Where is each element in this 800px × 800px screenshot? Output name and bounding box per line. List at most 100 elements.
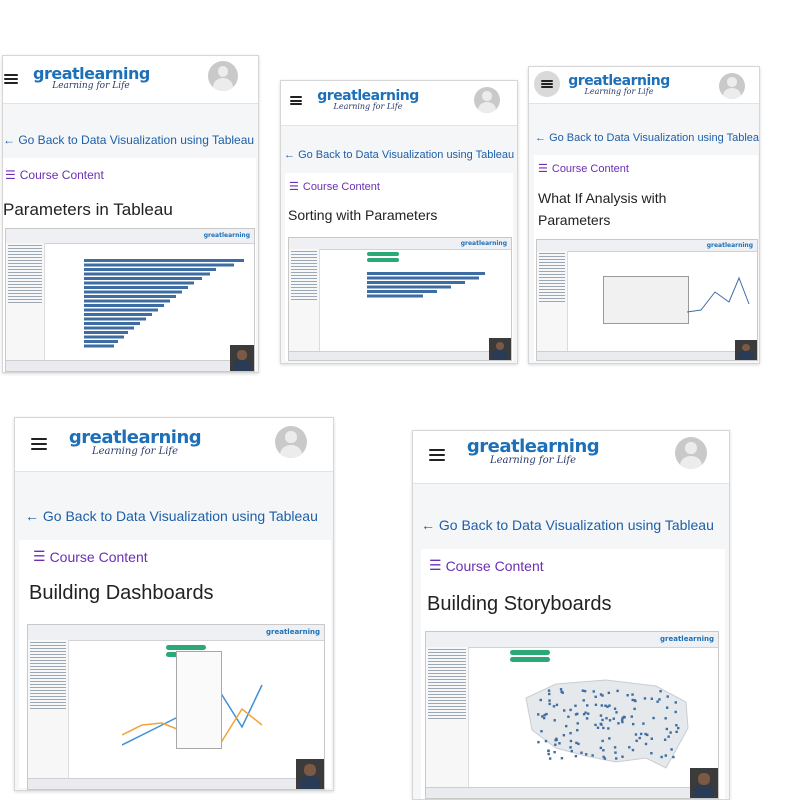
map-mark <box>555 737 558 741</box>
user-avatar-icon[interactable] <box>208 61 238 91</box>
video-thumbnail[interactable]: greatlearning <box>27 624 325 790</box>
course-content-button[interactable]: ☰ Course Content <box>429 557 544 574</box>
map-mark <box>616 689 619 693</box>
hamburger-icon[interactable] <box>31 438 47 450</box>
greatlearning-logo[interactable]: greatlearning Learning for Life <box>316 89 420 111</box>
greatlearning-logo[interactable]: greatlearning Learning for Life <box>67 429 203 457</box>
map-mark <box>614 751 617 754</box>
course-content-label: Course Content <box>19 168 104 182</box>
us-symbol-map <box>525 679 689 769</box>
map-mark <box>659 690 662 693</box>
map-mark <box>553 719 556 722</box>
tableau-data-pane <box>28 640 69 778</box>
thumbnail-brand: greatlearning <box>203 232 250 239</box>
lesson-title: Building Dashboards <box>29 582 214 604</box>
greatlearning-logo[interactable]: greatlearning Learning for Life <box>33 66 150 91</box>
filter-pill <box>367 258 399 262</box>
back-link[interactable]: ← Go Back to Data Visualization using Ta… <box>535 132 759 144</box>
hamburger-icon[interactable] <box>290 96 302 105</box>
hamburger-icon[interactable] <box>429 449 445 461</box>
map-mark <box>541 715 544 718</box>
map-mark <box>591 754 594 757</box>
back-link-label: Go Back to Data Visualization using Tabl… <box>298 149 515 161</box>
user-avatar-icon[interactable] <box>675 437 707 469</box>
map-mark <box>547 689 551 692</box>
back-link[interactable]: ← Go Back to Data Visualization using Ta… <box>25 508 318 524</box>
map-mark <box>569 746 572 749</box>
map-mark <box>599 693 603 696</box>
course-content-button[interactable]: ☰ Course Content <box>33 548 148 565</box>
video-thumbnail[interactable]: greatlearning <box>5 228 255 372</box>
tableau-sheet-tabs <box>6 360 254 371</box>
map-mark <box>608 737 611 740</box>
app-header: greatlearning Learning for Life <box>15 418 333 472</box>
user-avatar-icon[interactable] <box>719 73 745 99</box>
lesson-title: Sorting with Parameters <box>288 207 438 223</box>
chart-bar <box>84 281 194 285</box>
map-mark <box>638 736 641 740</box>
map-mark <box>580 751 583 754</box>
chart-bar <box>367 285 451 289</box>
map-mark <box>599 722 602 726</box>
chart-bar <box>367 281 465 284</box>
course-content-button[interactable]: ☰ Course Content <box>538 162 629 176</box>
course-content-button[interactable]: ☰ Course Content <box>5 168 104 182</box>
back-link[interactable]: ← Go Back to Data Visualization using Ta… <box>284 149 514 161</box>
course-content-label: Course Content <box>551 162 629 175</box>
map-mark <box>569 708 572 712</box>
map-mark <box>612 717 615 720</box>
video-thumbnail[interactable]: greatlearning <box>288 237 512 361</box>
map-mark <box>592 690 595 693</box>
map-mark <box>586 704 589 707</box>
map-mark <box>594 723 597 727</box>
map-mark <box>607 691 611 695</box>
course-card-whatif: greatlearning Learning for Life ← Go Bac… <box>528 66 760 364</box>
map-mark <box>660 755 663 759</box>
video-thumbnail[interactable]: greatlearning <box>536 239 758 361</box>
video-thumbnail[interactable]: greatlearning <box>425 631 719 799</box>
map-mark <box>583 689 587 693</box>
map-mark <box>569 731 572 735</box>
hamburger-icon[interactable] <box>4 74 18 84</box>
map-mark <box>575 741 578 745</box>
list-icon: ☰ <box>33 548 46 564</box>
user-avatar-icon[interactable] <box>275 426 307 458</box>
user-avatar-icon[interactable] <box>474 87 500 113</box>
map-mark <box>602 749 605 752</box>
map-mark <box>594 695 597 699</box>
greatlearning-logo[interactable]: greatlearning Learning for Life <box>463 438 603 466</box>
map-mark <box>548 692 551 696</box>
hamburger-icon[interactable] <box>534 71 560 97</box>
map-mark <box>631 722 635 726</box>
map-mark <box>547 752 550 756</box>
map-mark <box>670 748 673 751</box>
map-mark <box>652 716 655 720</box>
list-icon: ☰ <box>429 557 442 573</box>
chart-bar <box>84 326 134 330</box>
greatlearning-logo[interactable]: greatlearning Learning for Life <box>566 74 672 96</box>
map-mark <box>613 707 617 710</box>
map-mark <box>603 757 607 760</box>
map-mark <box>584 753 588 756</box>
map-mark <box>665 727 669 731</box>
map-mark <box>552 705 556 708</box>
map-mark <box>630 715 633 718</box>
tableau-sheet-tabs <box>537 351 757 360</box>
map-mark <box>601 718 604 722</box>
map-mark <box>604 704 607 707</box>
chart-bar <box>84 299 170 303</box>
map-mark <box>602 726 605 730</box>
map-mark <box>560 756 564 760</box>
back-link[interactable]: ← Go Back to Data Visualization using Ta… <box>3 133 254 147</box>
chart-bar <box>84 340 118 343</box>
map-mark <box>584 711 587 714</box>
back-link[interactable]: ← Go Back to Data Visualization using Ta… <box>421 517 714 533</box>
app-header: greatlearning Learning for Life <box>413 431 729 484</box>
course-content-button[interactable]: ☰ Course Content <box>289 180 380 194</box>
list-icon: ☰ <box>5 168 16 182</box>
filter-pill <box>367 252 399 256</box>
tableau-data-pane <box>426 647 469 787</box>
map-mark <box>558 742 561 745</box>
tableau-sheet-tabs <box>289 351 511 360</box>
map-mark <box>677 726 680 730</box>
